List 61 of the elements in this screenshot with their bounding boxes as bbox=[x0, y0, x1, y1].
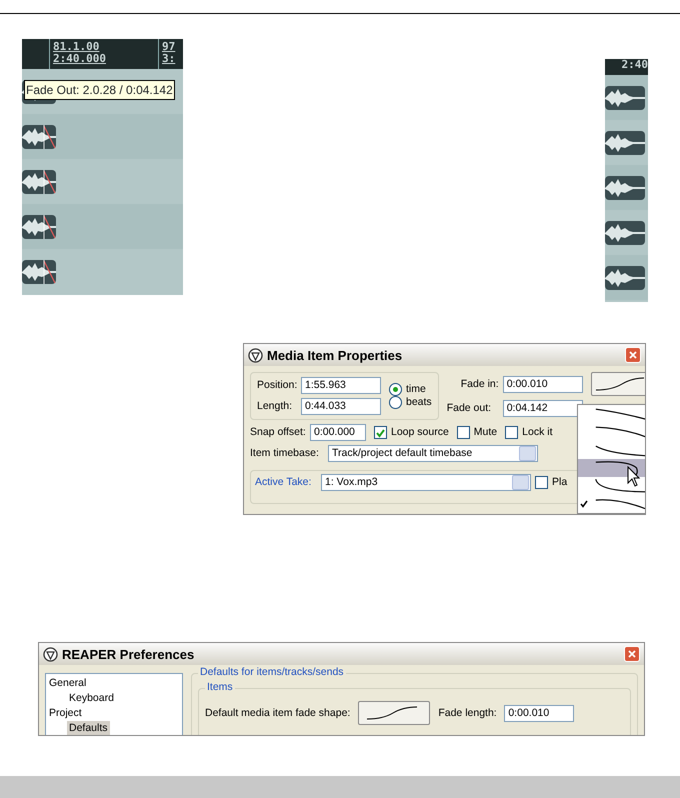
radio-label: beats bbox=[406, 396, 432, 409]
radio-button[interactable] bbox=[389, 383, 402, 396]
input-field[interactable]: 0:04.142 bbox=[502, 400, 583, 417]
menu-item[interactable] bbox=[578, 405, 645, 423]
input-field[interactable]: 0:00.010 bbox=[504, 704, 574, 722]
media-item[interactable] bbox=[605, 264, 645, 290]
field-label: Fade length: bbox=[438, 706, 498, 720]
field-label: Snap offset: bbox=[250, 426, 306, 439]
checkbox[interactable] bbox=[505, 426, 518, 439]
input-field[interactable]: 1:55.963 bbox=[301, 377, 381, 394]
menu-item[interactable] bbox=[578, 441, 645, 459]
tree-item[interactable]: Project bbox=[49, 706, 82, 721]
menu-item[interactable] bbox=[578, 459, 645, 477]
fade-shape-button[interactable] bbox=[358, 701, 430, 725]
app-logo-icon bbox=[248, 348, 263, 362]
field-label: Item timebase: bbox=[250, 447, 320, 460]
field-label: Default media item fade shape: bbox=[205, 706, 350, 720]
ruler-time: 2:40 bbox=[622, 59, 648, 73]
checkbox-label: Pla bbox=[552, 476, 568, 489]
radio-button[interactable] bbox=[389, 396, 402, 409]
tooltip: Fade Out: 2.0.28 / 0:04.142 bbox=[24, 80, 175, 100]
media-item[interactable] bbox=[605, 174, 645, 200]
checkbox[interactable] bbox=[456, 426, 470, 439]
close-button[interactable] bbox=[625, 347, 641, 363]
menu-item[interactable] bbox=[578, 477, 645, 495]
group-label: Active Take: bbox=[255, 476, 312, 489]
dropdown[interactable]: 1: Vox.mp3 bbox=[321, 474, 531, 491]
media-item[interactable] bbox=[605, 84, 645, 110]
field-label: Fade in: bbox=[460, 378, 499, 390]
input-field[interactable]: 0:44.033 bbox=[301, 398, 381, 415]
checkbox-label: Loop source bbox=[391, 426, 449, 439]
window-title: Media Item Properties bbox=[267, 348, 402, 362]
field-label: Position: bbox=[257, 379, 297, 392]
media-item[interactable] bbox=[22, 214, 56, 240]
checkbox[interactable] bbox=[535, 476, 548, 489]
tree-item[interactable]: General bbox=[49, 676, 86, 691]
checkbox-label: Lock it bbox=[522, 426, 552, 439]
menu-item[interactable] bbox=[578, 495, 645, 513]
dropdown[interactable]: Track/project default timebase bbox=[328, 445, 538, 462]
check-icon bbox=[580, 500, 590, 508]
input-field[interactable]: 0:00.000 bbox=[310, 424, 366, 441]
checkbox-label: Mute bbox=[474, 426, 498, 439]
window-title: REAPER Preferences bbox=[62, 646, 194, 662]
close-icon bbox=[629, 351, 637, 359]
close-button[interactable] bbox=[624, 646, 640, 662]
close-icon bbox=[628, 650, 636, 658]
media-item[interactable] bbox=[22, 124, 56, 150]
media-item[interactable] bbox=[22, 258, 56, 284]
input-field[interactable]: 0:00.010 bbox=[502, 376, 583, 392]
radio-label: time bbox=[406, 383, 426, 396]
cursor-icon bbox=[626, 466, 642, 488]
app-logo-icon bbox=[43, 646, 58, 662]
field-label: Length: bbox=[257, 400, 294, 413]
field-label: Fade out: bbox=[446, 402, 492, 415]
media-item[interactable] bbox=[605, 220, 645, 246]
tree-item[interactable]: Keyboard bbox=[67, 691, 116, 706]
checkbox[interactable] bbox=[374, 426, 387, 439]
fade-shape-button[interactable] bbox=[590, 372, 645, 396]
media-item[interactable] bbox=[22, 168, 56, 194]
tree-item[interactable]: Defaults bbox=[67, 721, 110, 735]
media-item[interactable] bbox=[605, 130, 645, 156]
